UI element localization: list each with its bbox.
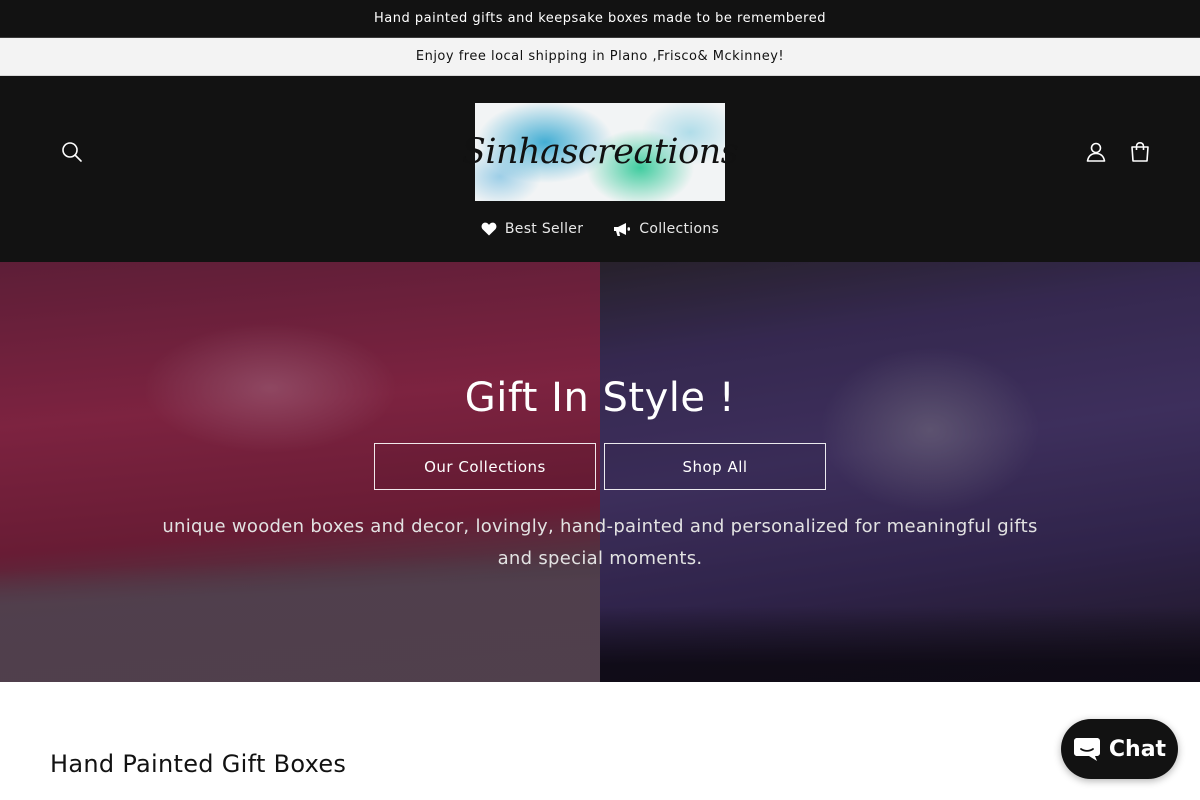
nav-label-collections: Collections (639, 221, 720, 237)
heart-icon (481, 222, 497, 236)
chat-label: Chat (1108, 736, 1167, 762)
search-icon (62, 142, 82, 162)
announcement-bar-shipping: Enjoy free local shipping in Plano ,Fris… (0, 38, 1200, 76)
hero-title: Gift In Style ! (464, 375, 736, 421)
logo-text: Sinhascreations (461, 132, 739, 172)
account-icon (1086, 142, 1106, 162)
hero-description: unique wooden boxes and decor, lovingly,… (162, 516, 1038, 569)
nav-item-collections[interactable]: Collections (613, 221, 719, 237)
nav-item-best-seller[interactable]: Best Seller (481, 221, 583, 237)
site-logo[interactable]: Sinhascreations (462, 103, 739, 201)
our-collections-button[interactable]: Our Collections (374, 443, 596, 490)
main-navigation: Best Seller Collections (0, 221, 1200, 237)
nav-label-best-seller: Best Seller (504, 221, 584, 237)
megaphone-icon (614, 222, 631, 236)
cart-icon (1131, 141, 1149, 162)
announcement-text: Hand painted gifts and keepsake boxes ma… (374, 11, 826, 26)
shipping-announcement-text: Enjoy free local shipping in Plano ,Fris… (415, 49, 785, 64)
hero-buttons: Our Collections Shop All (0, 443, 1200, 490)
hero-content: Gift In Style ! Our Collections Shop All… (0, 262, 1200, 682)
announcement-bar-top: Hand painted gifts and keepsake boxes ma… (0, 0, 1200, 38)
search-button[interactable] (50, 130, 94, 174)
chat-button[interactable]: Chat (1061, 719, 1178, 779)
section-title: Hand Painted Gift Boxes (50, 750, 347, 778)
shop-all-button[interactable]: Shop All (604, 443, 826, 490)
chat-bubble-icon (1073, 738, 1100, 761)
site-header: Sinhascreations Best Seller Collections (0, 76, 1200, 262)
account-button[interactable] (1074, 130, 1118, 174)
cart-button[interactable] (1118, 130, 1162, 174)
hero-banner: Gift In Style ! Our Collections Shop All… (0, 262, 1200, 682)
